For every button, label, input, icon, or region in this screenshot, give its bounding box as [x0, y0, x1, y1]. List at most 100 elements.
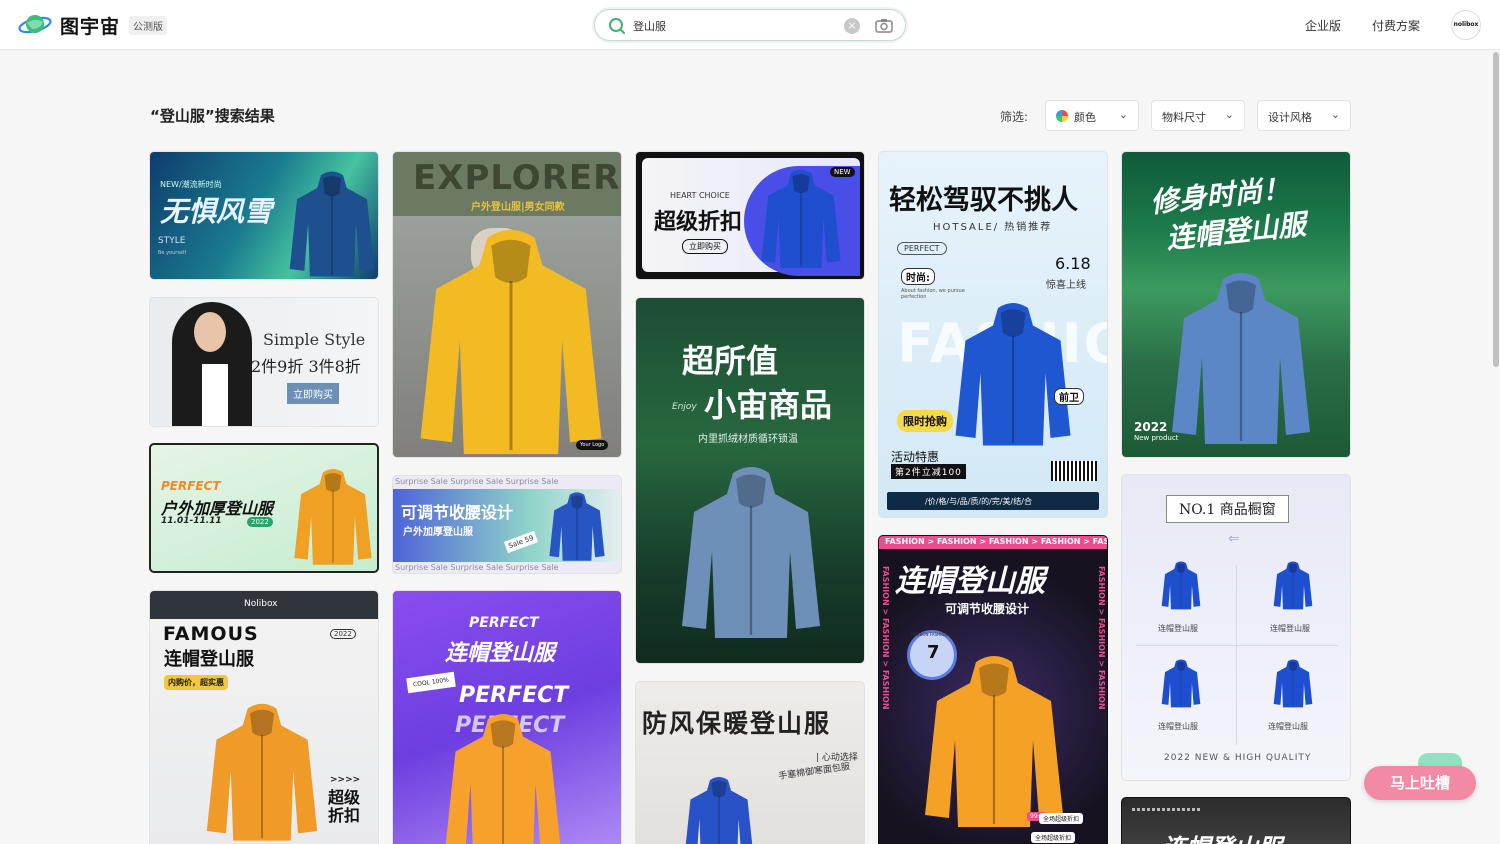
- buy-now-label: 立即购买: [682, 239, 728, 254]
- card-sub: 户外登山服|男女同款: [471, 202, 565, 213]
- card-title: 连帽登山服: [445, 641, 556, 666]
- card-title: 连帽登山服: [895, 564, 1045, 599]
- card-sub: 户外加厚登山服: [403, 527, 473, 538]
- product-label: 连帽登山服: [1158, 722, 1198, 731]
- jacket-image: [1160, 559, 1202, 611]
- template-card-13[interactable]: 修身时尚！ 连帽登山服 2022 New product: [1121, 151, 1351, 458]
- card-title: 超级折扣: [654, 210, 743, 235]
- card-tag: NEW/潮流新时尚: [160, 180, 222, 189]
- card-new: New product: [1134, 434, 1179, 442]
- jacket-image: [758, 166, 844, 270]
- search-icon: [609, 18, 625, 34]
- card-strip: Surprise Sale Surprise Sale Surprise Sal…: [395, 477, 559, 486]
- card-sub2: Be yourself: [158, 250, 187, 256]
- card-title: 轻松驾驭不挑人: [889, 185, 1078, 216]
- card-sub: STYLE: [158, 236, 186, 246]
- card-title: Simple Style: [263, 330, 366, 349]
- jacket-image: [1166, 262, 1316, 452]
- result-title: “登山服”搜索结果: [150, 107, 275, 125]
- card-strip: FASHION > FASHION > FASHION > FASHION > …: [885, 537, 1108, 546]
- jacket-image: [1160, 657, 1202, 709]
- nav-enterprise[interactable]: 企业版: [1305, 17, 1341, 34]
- jacket-image: [286, 166, 378, 280]
- divider-vertical: [1236, 565, 1237, 745]
- template-card-1[interactable]: NEW/潮流新时尚 无惧风雪 STYLE Be yourself: [149, 151, 379, 280]
- card-date: 11.01-11.11: [161, 516, 222, 526]
- card-strip: Surprise Sale Surprise Sale Surprise Sal…: [395, 563, 559, 572]
- card-en: EXPLORER: [413, 158, 621, 198]
- template-card-2[interactable]: Simple Style 2件9折 3件8折 立即购买: [149, 297, 379, 427]
- card-deal2: 全场超级折扣: [1031, 832, 1076, 843]
- brand-name[interactable]: 图宇宙: [60, 12, 120, 39]
- feedback-button[interactable]: 马上吐槽: [1364, 766, 1476, 800]
- card-en: HEART CHOICE: [670, 191, 730, 200]
- filter-color-label: 颜色: [1074, 111, 1096, 124]
- card-sub: HOTSALE/ 热销推荐: [933, 222, 1053, 233]
- barcode-icon: [1051, 461, 1097, 481]
- filter-style-dropdown[interactable]: 设计风格 ⌄: [1257, 100, 1351, 131]
- template-card-3[interactable]: PERFECT 户外加厚登山服 11.01-11.11 2022: [149, 443, 379, 573]
- decor-stripes: [1132, 808, 1202, 811]
- search-input[interactable]: 登山服: [633, 18, 666, 34]
- card-year: 2022: [1134, 420, 1168, 434]
- card-cool: COOL 100%: [406, 671, 456, 694]
- template-card-15[interactable]: 连帽登山服: [1121, 797, 1351, 844]
- card-sub2: 手塞棉御寒面包服: [777, 762, 851, 782]
- template-card-9[interactable]: 超所值 Enjoy 小宙商品 内里抓绒材质循环锁温: [635, 297, 865, 664]
- product-label: 连帽登山服: [1158, 624, 1198, 633]
- jacket-image: [1272, 657, 1314, 709]
- nav-pricing[interactable]: 付费方案: [1372, 17, 1420, 34]
- card-enjoy: Enjoy: [672, 402, 697, 412]
- chevron-down-icon: ⌄: [1330, 108, 1340, 121]
- jacket-image: [919, 640, 1069, 840]
- filter-size-dropdown[interactable]: 物料尺寸 ⌄: [1151, 100, 1245, 131]
- planet-logo-icon[interactable]: [18, 11, 52, 39]
- beta-badge: 公测版: [129, 16, 167, 35]
- template-card-8[interactable]: HEART CHOICE 超级折扣 立即购买 NEW: [635, 151, 865, 280]
- clear-icon[interactable]: ×: [844, 18, 860, 34]
- product-label: 连帽登山服: [1270, 624, 1310, 633]
- card-title: 连帽登山服: [1162, 828, 1282, 844]
- card-sub: 可调节收腰设计: [945, 602, 1030, 616]
- template-card-5[interactable]: EXPLORER 户外登山服|男女同款 Your Logo: [392, 151, 622, 458]
- filter-color-dropdown[interactable]: 颜色 ⌄: [1045, 100, 1139, 131]
- template-card-10[interactable]: 防风保暖登山服 | 心动选择 手塞棉御寒面包服: [635, 681, 865, 844]
- template-card-6[interactable]: Surprise Sale Surprise Sale Surprise Sal…: [392, 475, 622, 574]
- template-card-14[interactable]: NO.1 商品橱窗 ⇐ 连帽登山服 连帽登山服 连帽登山服 连帽登山服 2022…: [1121, 474, 1351, 781]
- jacket-image: [676, 446, 826, 656]
- top-header: 图宇宙 公测版 登山服 × 企业版 付费方案 nolibox: [0, 0, 1500, 50]
- jacket-image: [411, 222, 611, 458]
- scrollbar-thumb[interactable]: [1493, 52, 1499, 367]
- filter-style-label: 设计风格: [1268, 111, 1312, 124]
- card-perfect: PERFECT: [897, 242, 947, 255]
- card-title: 无惧风雪: [160, 195, 273, 228]
- card-footer: 2022 NEW & HIGH QUALITY: [1164, 753, 1312, 763]
- avatar[interactable]: nolibox: [1451, 10, 1481, 40]
- card-deal1: 全场超级折扣: [1039, 813, 1084, 824]
- card-en: FAMOUS: [163, 623, 259, 645]
- jacket-image: [672, 774, 766, 844]
- card-side-right: FASHION > FASHION > FASHION: [1097, 566, 1106, 710]
- model-shirt: [202, 364, 228, 426]
- card-flash: 限时抢购: [897, 410, 953, 432]
- template-card-4[interactable]: Nolibox FAMOUS 2022 连帽登山服 内购价，超实惠 >>>> 超…: [149, 590, 379, 844]
- camera-icon[interactable]: [874, 16, 894, 36]
- buy-now-label: 立即购买: [287, 383, 339, 404]
- card-badge-text: FASHION FASHION: [911, 632, 948, 637]
- template-card-7[interactable]: PERFECT 连帽登山服 COOL 100% PERFECT PERFECT: [392, 590, 622, 844]
- chevron-down-icon: ⌄: [1118, 108, 1128, 121]
- product-label: 连帽登山服: [1268, 722, 1308, 731]
- card-arrows: >>>>: [330, 775, 361, 785]
- card-title: 可调节收腰设计: [401, 503, 514, 522]
- search-box[interactable]: 登山服 ×: [594, 9, 906, 41]
- card-title: 防风保暖登山服: [642, 709, 832, 738]
- card-en: PERFECT: [469, 615, 539, 631]
- template-card-12[interactable]: FASHION > FASHION > FASHION > FASHION > …: [878, 535, 1108, 844]
- template-card-11[interactable]: 轻松驾驭不挑人 HOTSALE/ 热销推荐 PERFECT 6.18 惊喜上线 …: [878, 151, 1108, 518]
- jacket-image: [291, 463, 375, 569]
- filter-size-label: 物料尺寸: [1162, 111, 1206, 124]
- card-title: 连帽登山服: [164, 649, 254, 670]
- card-logo: Your Logo: [576, 440, 609, 450]
- card-brand: Nolibox: [244, 599, 278, 609]
- card-date: 6.18: [1055, 254, 1091, 273]
